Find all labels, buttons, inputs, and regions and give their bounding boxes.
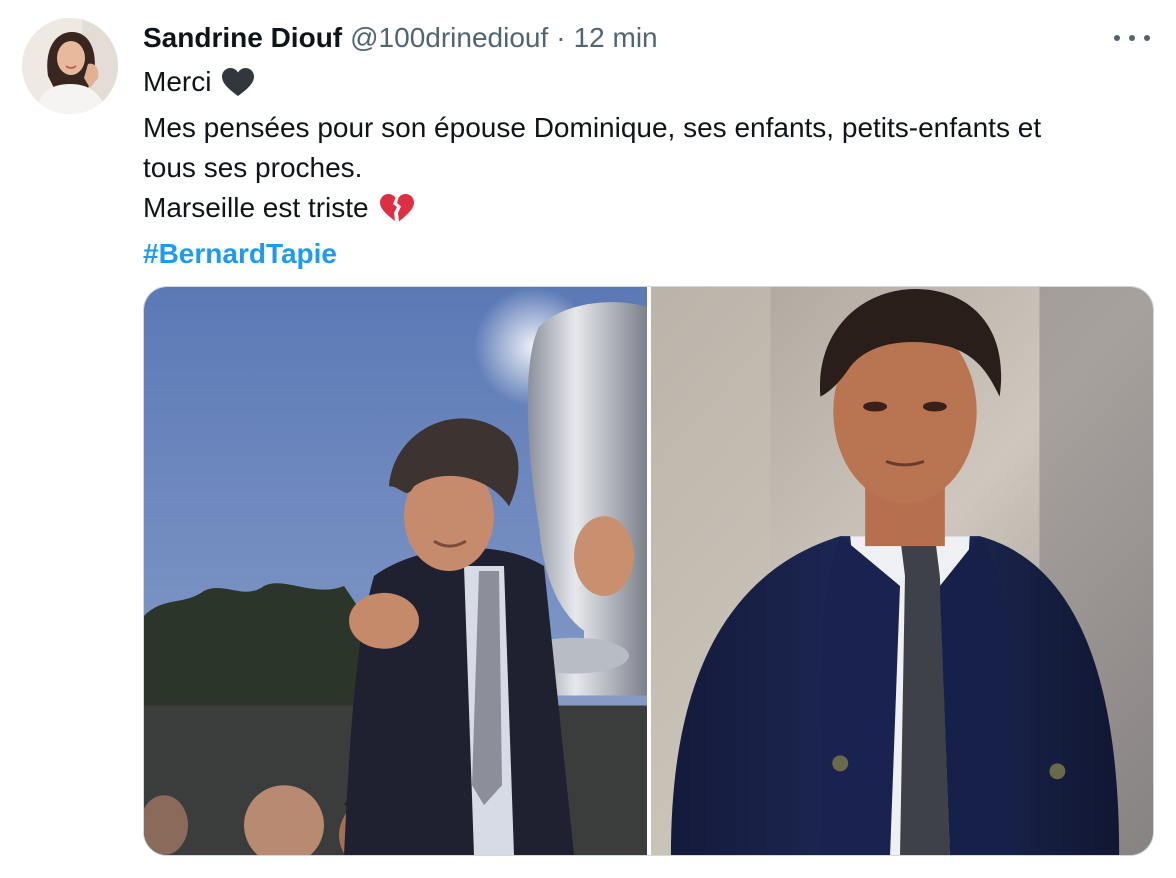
avatar-image [22, 18, 118, 114]
author-avatar[interactable] [22, 18, 118, 114]
photo-2-image [651, 287, 1153, 855]
tweet-line-3: tous ses proches. [143, 152, 363, 183]
hashtag-link[interactable]: #BernardTapie [143, 238, 337, 269]
tweet-header: Sandrine Diouf @100drinediouf · 12 min [143, 20, 658, 56]
broken-heart-icon [379, 193, 415, 234]
more-dot [1144, 35, 1150, 41]
tweet-line-5: #BernardTapie [143, 234, 1133, 274]
tweet-line-1-text: Merci [143, 66, 212, 97]
media-grid [143, 286, 1154, 856]
black-heart-icon [221, 67, 255, 108]
header-separator: · [556, 22, 566, 53]
more-dot [1129, 35, 1135, 41]
more-options-button[interactable] [1114, 26, 1150, 50]
tweet[interactable]: Sandrine Diouf @100drinediouf · 12 min M… [0, 0, 1176, 878]
tweet-text: Merci Mes pensées pour son épouse Domini… [143, 62, 1133, 274]
tweet-timestamp[interactable]: 12 min [574, 22, 658, 54]
tweet-line-2: Mes pensées pour son épouse Dominique, s… [143, 112, 1042, 143]
media-photo-1[interactable] [144, 287, 647, 855]
media-photo-2[interactable] [651, 287, 1153, 855]
photo-1-image [144, 287, 647, 855]
tweet-line-4-text: Marseille est triste [143, 192, 369, 223]
tweet-line-4: Marseille est triste [143, 188, 1133, 234]
author-handle[interactable]: @100drinediouf [350, 22, 548, 54]
author-display-name[interactable]: Sandrine Diouf [143, 22, 342, 54]
tweet-line-1: Merci [143, 62, 1133, 108]
more-dot [1114, 35, 1120, 41]
